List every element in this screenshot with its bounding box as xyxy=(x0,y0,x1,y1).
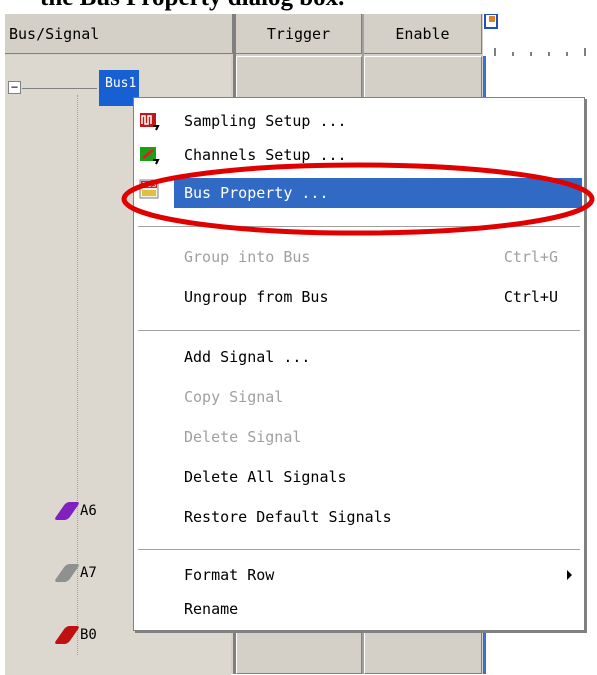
menu-item-label: Sampling Setup ... xyxy=(184,112,347,130)
svg-text:BUS: BUS xyxy=(142,181,157,189)
ruler-ticks xyxy=(484,13,586,56)
menu-shortcut: Ctrl+G xyxy=(503,248,558,266)
menu-item-ungroup-from-bus[interactable]: Ungroup from Bus Ctrl+U xyxy=(134,280,584,314)
menu-item-group-into-bus[interactable]: Group into Bus Ctrl+G xyxy=(134,240,584,274)
menu-item-label: Format Row xyxy=(184,566,275,584)
menu-item-delete-signal[interactable]: Delete Signal xyxy=(134,420,584,454)
trigger-cell[interactable] xyxy=(236,56,362,102)
context-menu: Sampling Setup ... Channels Setup ... BU… xyxy=(133,97,585,631)
signal-label: A6 xyxy=(80,503,97,519)
menu-separator xyxy=(138,549,580,551)
sampling-setup-icon xyxy=(139,110,161,132)
column-header-enable[interactable]: Enable xyxy=(364,14,482,54)
menu-shortcut: Ctrl+U xyxy=(503,288,558,306)
column-header-bus-signal[interactable]: Bus/Signal xyxy=(5,14,233,54)
menu-item-label: Copy Signal xyxy=(184,388,284,406)
menu-item-channels-setup[interactable]: Channels Setup ... xyxy=(134,138,584,172)
menu-separator xyxy=(138,330,580,332)
signal-label: B0 xyxy=(80,627,97,643)
channels-setup-icon xyxy=(139,144,161,166)
enable-cell[interactable] xyxy=(364,631,482,674)
menu-item-label: Delete Signal xyxy=(184,428,302,446)
menu-item-label: Rename xyxy=(184,600,239,618)
time-ruler xyxy=(483,13,597,57)
menu-separator xyxy=(138,226,580,228)
menu-item-copy-signal[interactable]: Copy Signal xyxy=(134,380,584,414)
menu-item-format-row[interactable]: Format Row xyxy=(134,558,584,592)
menu-item-delete-all-signals[interactable]: Delete All Signals xyxy=(134,460,584,494)
menu-item-add-signal[interactable]: Add Signal ... xyxy=(134,340,584,374)
menu-item-label: Ungroup from Bus xyxy=(184,288,329,306)
collapse-icon[interactable]: − xyxy=(8,81,21,94)
signal-label: A7 xyxy=(80,565,97,581)
menu-item-label: Channels Setup ... xyxy=(184,146,347,164)
column-header-trigger[interactable]: Trigger xyxy=(236,14,362,54)
trigger-cell[interactable] xyxy=(236,631,362,674)
menu-item-rename[interactable]: Rename xyxy=(134,592,584,626)
menu-item-label: Group into Bus xyxy=(184,248,311,266)
menu-item-sampling-setup[interactable]: Sampling Setup ... xyxy=(134,104,584,138)
menu-item-label: Restore Default Signals xyxy=(184,508,392,526)
signal-row-a6[interactable]: A6 xyxy=(53,502,97,520)
menu-item-label: Bus Property ... xyxy=(184,184,329,202)
enable-cell[interactable] xyxy=(364,56,482,102)
menu-item-label: Add Signal ... xyxy=(184,348,311,366)
tree-connector xyxy=(22,88,97,89)
signal-row-b0[interactable]: B0 xyxy=(53,626,97,644)
menu-item-bus-property[interactable]: Bus Property ... xyxy=(174,178,582,208)
menu-item-label: Delete All Signals xyxy=(184,468,347,486)
menu-item-restore-default-signals[interactable]: Restore Default Signals xyxy=(134,500,584,534)
signal-row-a7[interactable]: A7 xyxy=(53,564,97,582)
bus-property-icon: BUS xyxy=(139,178,161,200)
submenu-arrow-icon xyxy=(567,570,572,580)
